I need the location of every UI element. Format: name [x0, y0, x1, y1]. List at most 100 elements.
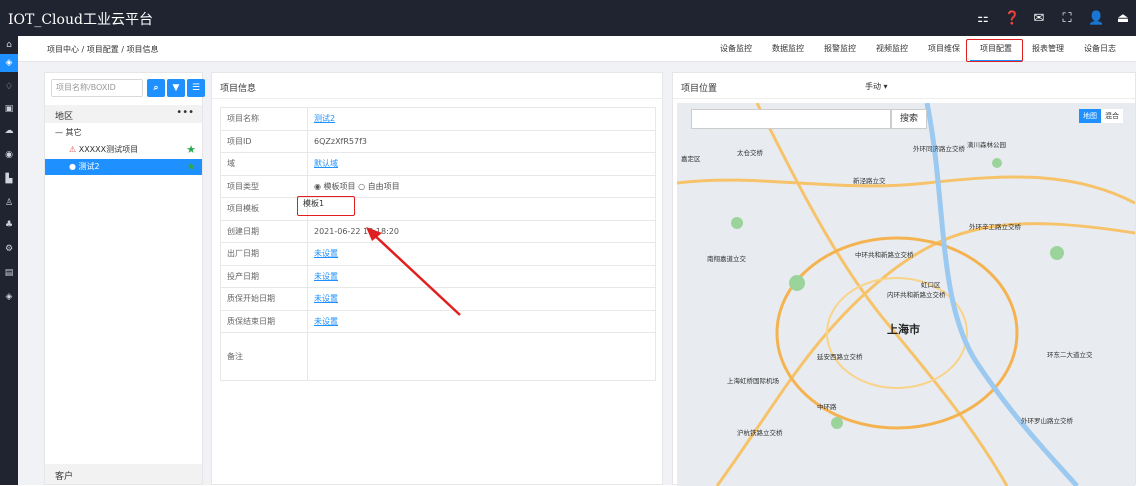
tree-group-other[interactable]: — 其它 — [45, 125, 202, 141]
user-manage-icon[interactable]: ♙ — [0, 194, 18, 212]
map-label: 外环辛工路立交桥 — [969, 223, 1021, 231]
tab-project-maintenance[interactable]: 项目维保 — [918, 36, 970, 62]
table-row: 项目名称 测试2 — [220, 107, 656, 131]
field-label: 项目模板 — [220, 197, 308, 221]
list-button[interactable]: ☰ — [187, 79, 205, 97]
panel-title: 项目信息 — [220, 84, 257, 94]
project-icon[interactable]: ◈ — [0, 54, 18, 72]
config-icon[interactable]: ◈ — [0, 288, 18, 306]
map-type-map[interactable]: 地图 — [1079, 109, 1101, 123]
map-label: 外环罗山路立交桥 — [1021, 417, 1073, 425]
map-label: 虹口区 — [921, 281, 941, 289]
field-label: 备注 — [220, 332, 308, 381]
map-label: 太仓交桥 — [737, 149, 763, 157]
log-icon[interactable]: ▤ — [0, 264, 18, 282]
project-search-input[interactable]: 项目名称/BOXID — [51, 79, 143, 97]
device-icon[interactable]: ◉ — [0, 146, 18, 164]
map-type-switch: 地图 混合 — [1079, 109, 1123, 123]
tab-alarm-monitor[interactable]: 报警监控 — [814, 36, 866, 62]
status-dot-icon: ● — [69, 162, 76, 171]
annotation-arrow — [366, 227, 461, 316]
tab-report-manage[interactable]: 报表管理 — [1022, 36, 1074, 62]
more-icon[interactable]: ••• — [176, 107, 194, 118]
tree-item-label: 测试2 — [78, 162, 100, 171]
radio-free-label[interactable]: 自由项目 — [368, 182, 400, 191]
mode-select[interactable]: 手动 ▾ — [861, 79, 913, 95]
project-name-link[interactable]: 测试2 — [314, 114, 335, 123]
star-icon[interactable]: ★ — [186, 142, 196, 158]
mode-value: 手动 — [865, 82, 881, 91]
mail-icon[interactable]: ✉ — [1032, 11, 1046, 26]
project-tree-panel: 项目名称/BOXID ⌕ ▼ ☰ 地区 ••• — 其它 ⚠ XXXXX测试项目… — [44, 72, 205, 485]
table-row: 项目模板 — [220, 197, 656, 221]
settings-icon[interactable]: ⚙ — [0, 240, 18, 258]
filter-button[interactable]: ▼ — [167, 79, 185, 97]
factory-date-link[interactable]: 未设置 — [314, 249, 338, 258]
tree-item-label: XXXXX测试项目 — [78, 145, 139, 154]
region-header[interactable]: 地区 ••• — [45, 105, 202, 123]
radio-template-icon[interactable]: ◉ — [314, 182, 321, 191]
offline-icon: ⚠ — [69, 145, 77, 154]
map[interactable]: 搜索 地图 混合 嘉定区 太仓交桥 外环同济路立交桥 滴川森林公园 新泾路立交 … — [677, 103, 1135, 486]
breadcrumb: 项目中心 / 项目配置 / 项目信息 — [47, 45, 159, 54]
field-label: 质保结束日期 — [220, 309, 308, 333]
remark-textarea[interactable] — [307, 332, 656, 381]
table-row: 项目ID 6QZzXfR57f3 — [220, 129, 656, 153]
table-row: 项目类型 ◉ 模板项目 ○ 自由项目 — [220, 174, 656, 198]
map-label: 滴川森林公园 — [967, 141, 1006, 149]
tree-item-test2[interactable]: ● 测试2 ★ — [45, 159, 202, 175]
project-id-value: 6QZzXfR57f3 — [307, 129, 656, 153]
module-tabs: 设备监控 数据监控 报警监控 视频监控 项目维保 项目配置 报表管理 设备日志 — [710, 36, 1126, 62]
side-nav: ⌂ ◈ ♢ ▣ ☁ ◉ ▙ ♙ ♣ ⚙ ▤ ◈ — [0, 36, 18, 485]
radio-free-icon[interactable]: ○ — [358, 182, 365, 191]
field-label: 域 — [220, 152, 308, 176]
fullscreen-icon[interactable]: ⛶ — [1060, 11, 1074, 26]
logout-icon[interactable]: ⏏ — [1116, 11, 1130, 26]
app-grid-icon[interactable]: ⚏ — [976, 11, 990, 26]
map-label: 南翔嘉道立交 — [707, 255, 746, 263]
map-label: 中环路 — [817, 403, 837, 411]
field-label: 创建日期 — [220, 219, 308, 243]
home-icon[interactable]: ⌂ — [0, 36, 18, 54]
help-icon[interactable]: ❓ — [1004, 11, 1020, 26]
caret-down-icon: ▾ — [883, 82, 888, 91]
domain-link[interactable]: 默认域 — [314, 159, 338, 168]
field-label: 项目类型 — [220, 174, 308, 198]
tree-item-test-project[interactable]: ⚠ XXXXX测试项目 ★ — [45, 142, 202, 158]
highlight-template-box — [297, 196, 355, 216]
map-city-label: 上海市 — [887, 323, 920, 336]
highlight-tab-box — [966, 39, 1023, 62]
star-icon[interactable]: ★ — [186, 159, 196, 175]
tab-device-log[interactable]: 设备日志 — [1074, 36, 1126, 62]
tab-video-monitor[interactable]: 视频监控 — [866, 36, 918, 62]
table-row: 域默认域 — [220, 152, 656, 176]
map-label: 延安西路立交桥 — [817, 353, 863, 361]
field-label: 项目名称 — [220, 107, 308, 131]
radio-template-label[interactable]: 模板项目 — [324, 182, 356, 191]
alarm-icon[interactable]: ♢ — [0, 78, 18, 96]
map-label: 中环共和新路立交桥 — [855, 251, 914, 259]
panel-title: 项目位置 — [681, 84, 718, 94]
monitor-icon[interactable]: ▣ — [0, 100, 18, 118]
app-title: IOT_Cloud工业云平台 — [8, 12, 153, 28]
table-row: 备注 — [220, 332, 656, 381]
customer-header[interactable]: 客户 — [45, 464, 202, 484]
map-type-hybrid[interactable]: 混合 — [1101, 109, 1123, 123]
field-label: 投产日期 — [220, 264, 308, 288]
map-search-input[interactable] — [691, 109, 891, 129]
chart-icon[interactable]: ▙ — [0, 170, 18, 188]
panel-header: 项目信息 — [212, 73, 662, 99]
user-icon[interactable]: 👤 — [1088, 11, 1104, 26]
field-label: 出厂日期 — [220, 242, 308, 266]
warranty-end-link[interactable]: 未设置 — [314, 317, 338, 326]
cloud-icon[interactable]: ☁ — [0, 122, 18, 140]
search-button[interactable]: ⌕ — [147, 79, 165, 97]
group-icon[interactable]: ♣ — [0, 216, 18, 234]
map-label: 新泾路立交 — [853, 177, 886, 185]
warranty-start-link[interactable]: 未设置 — [314, 294, 338, 303]
map-search-button[interactable]: 搜索 — [891, 109, 927, 129]
field-label: 项目ID — [220, 129, 308, 153]
production-date-link[interactable]: 未设置 — [314, 272, 338, 281]
tab-device-monitor[interactable]: 设备监控 — [710, 36, 762, 62]
tab-data-monitor[interactable]: 数据监控 — [762, 36, 814, 62]
